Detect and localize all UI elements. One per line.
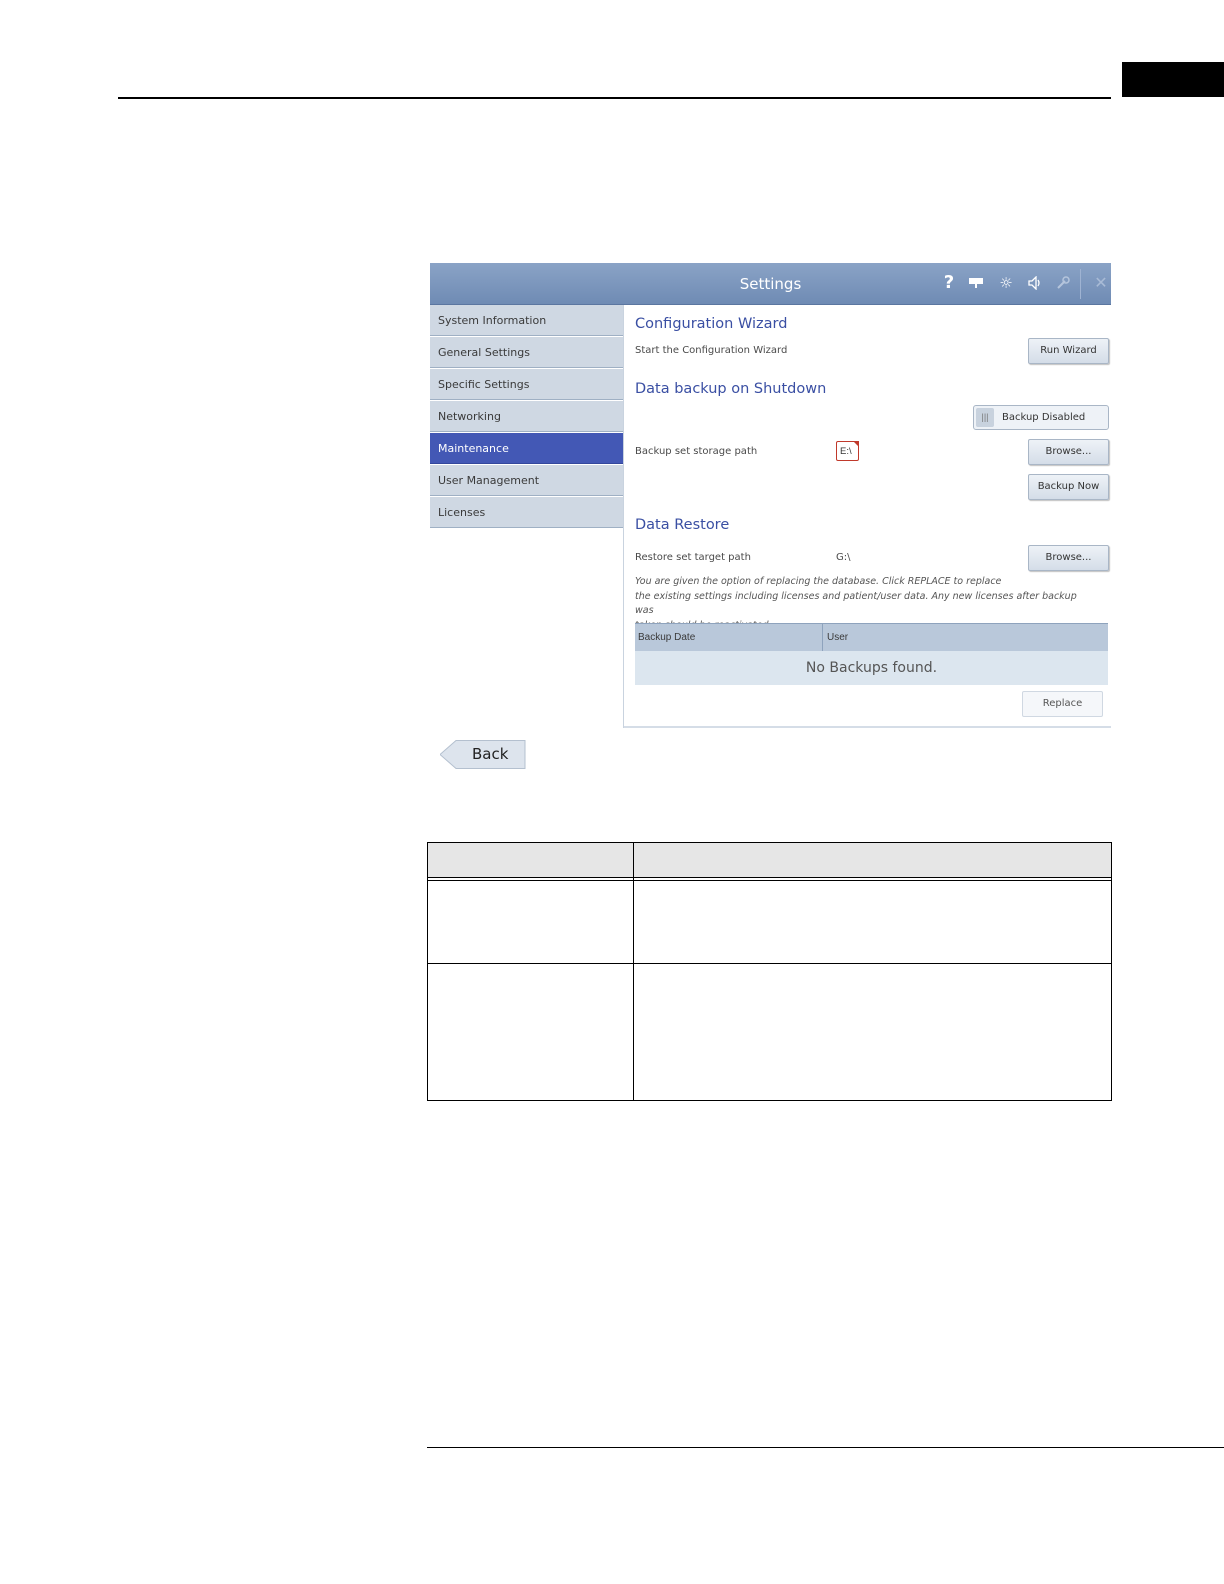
backup-toggle[interactable]: ||| Backup Disabled [973,405,1109,430]
corner-tab [1122,62,1224,97]
backup-table-empty: No Backups found. [635,651,1108,685]
back-button[interactable]: Back [440,740,526,769]
column-divider [822,624,823,652]
table-rule [428,963,1111,964]
backup-table-header: Backup Date User [635,623,1108,652]
settings-sidebar: System Information General Settings Spec… [430,305,624,728]
title-bar: Settings ? ☼ ✕ [430,263,1111,305]
sidebar-item-maintenance[interactable]: Maintenance [430,433,623,464]
close-icon[interactable]: ✕ [1090,272,1112,294]
table-column-rule [633,843,634,1100]
footer-rule [427,1447,1224,1448]
sidebar-item-system-information[interactable]: System Information [430,305,623,336]
restore-browse-button[interactable]: Browse... [1028,545,1109,571]
backup-browse-button[interactable]: Browse... [1028,439,1109,465]
restore-note-line: the existing settings including licenses… [635,590,1077,617]
help-icon[interactable]: ? [938,272,960,294]
table-rule [428,880,1111,881]
sidebar-item-networking[interactable]: Networking [430,401,623,432]
wrench-icon[interactable] [1052,272,1074,294]
run-wizard-button[interactable]: Run Wizard [1028,338,1109,364]
toolbar-separator [1080,269,1081,299]
column-backup-date[interactable]: Backup Date [638,624,695,652]
table-rule [428,877,1111,878]
backup-path-label: Backup set storage path [635,446,758,457]
volume-icon[interactable] [1025,272,1047,294]
restore-heading: Data Restore [635,517,730,533]
sidebar-item-general-settings[interactable]: General Settings [430,337,623,368]
display-icon[interactable] [965,272,987,294]
column-user[interactable]: User [827,624,848,652]
backup-path-field[interactable]: E:\ [836,441,859,461]
description-table-header [428,843,1111,877]
config-wizard-heading: Configuration Wizard [635,316,788,332]
brightness-icon[interactable]: ☼ [995,272,1017,294]
settings-content: Configuration Wizard Start the Configura… [624,305,1111,728]
restore-path-label: Restore set target path [635,552,751,563]
replace-button[interactable]: Replace [1022,691,1103,717]
restore-note-line: You are given the option of replacing th… [635,576,1002,587]
backup-toggle-label: Backup Disabled [1002,412,1086,423]
sidebar-item-licenses[interactable]: Licenses [430,497,623,528]
header-rule [118,97,1111,99]
back-button-label: Back [472,745,509,763]
toggle-knob[interactable]: ||| [976,408,994,427]
content-bottom-border [624,726,1111,728]
backup-now-button[interactable]: Backup Now [1028,474,1109,500]
sidebar-item-specific-settings[interactable]: Specific Settings [430,369,623,400]
description-table [427,842,1112,1101]
restore-path-value[interactable]: G:\ [836,552,851,563]
backup-heading: Data backup on Shutdown [635,381,827,397]
sidebar-item-user-management[interactable]: User Management [430,465,623,496]
settings-window: Settings ? ☼ ✕ System Information Genera… [430,263,1111,728]
config-wizard-description: Start the Configuration Wizard [635,345,788,356]
